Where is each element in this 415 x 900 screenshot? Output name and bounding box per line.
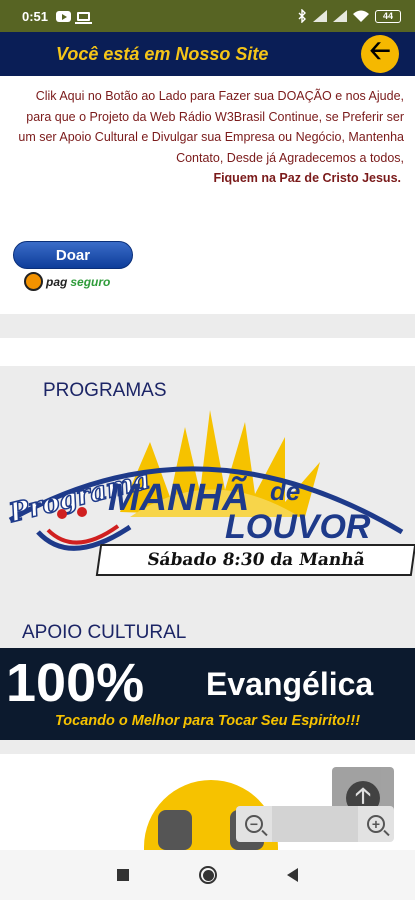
recents-square-icon[interactable] xyxy=(117,869,129,881)
signal-icon xyxy=(313,10,327,22)
evangelica-slogan: Tocando o Melhor para Tocar Seu Espirito… xyxy=(54,713,361,729)
site-header: Você está em Nosso Site 🡠 xyxy=(0,32,415,76)
pagseguro-seguro-text: seguro xyxy=(70,274,111,289)
evangelica-percent: 100% xyxy=(6,653,145,713)
donation-message: Clik Aqui no Botão ao Lado para Fazer su… xyxy=(16,86,404,189)
evangelica-name: Evangélica xyxy=(206,666,374,702)
monitor-icon xyxy=(75,11,93,24)
word-louvor: LOUVOR xyxy=(225,508,371,546)
status-bar: 0:51 44 xyxy=(0,0,415,32)
system-nav-bar xyxy=(0,850,415,900)
headphones-cup-left xyxy=(158,810,192,850)
pagseguro-pag-text: pag xyxy=(46,274,68,289)
back-triangle-icon[interactable] xyxy=(287,868,298,882)
arrow-left-icon: 🡠 xyxy=(369,35,391,65)
status-notification-icons xyxy=(56,10,93,24)
pagseguro-icon xyxy=(24,272,43,291)
doar-button[interactable]: Doar xyxy=(13,241,133,269)
zoom-out-icon: − xyxy=(245,815,263,833)
donation-closing: Fiquem na Paz de Cristo Jesus. xyxy=(213,171,401,185)
donation-paragraph: Clik Aqui no Botão ao Lado para Fazer su… xyxy=(18,89,404,165)
header-title: Você está em Nosso Site xyxy=(56,43,269,64)
programas-heading: PROGRAMAS xyxy=(43,380,167,401)
divider-spacer xyxy=(0,338,415,366)
pagseguro-logo: pag seguro xyxy=(24,272,110,291)
youtube-icon xyxy=(56,10,72,22)
wifi-icon xyxy=(353,10,369,22)
zoom-in-button[interactable]: + xyxy=(358,806,394,842)
program-schedule: Sábado 8:30 da Manhã xyxy=(95,544,415,576)
apoio-100-evangelica-banner[interactable]: 100% Evangélica Tocando o Melhor para To… xyxy=(0,648,415,740)
signal-icon xyxy=(333,10,347,22)
status-system-icons: 44 xyxy=(298,9,401,23)
apoio-cultural-heading: APOIO CULTURAL xyxy=(22,622,187,643)
divider-band xyxy=(0,314,415,338)
home-circle-icon[interactable] xyxy=(199,866,217,884)
word-de: de xyxy=(270,476,300,506)
zoom-control: − + xyxy=(236,806,394,842)
bluetooth-icon xyxy=(298,9,306,23)
zoom-in-icon: + xyxy=(367,815,385,833)
back-button[interactable]: 🡠 xyxy=(361,35,399,73)
zoom-out-button[interactable]: − xyxy=(236,806,272,842)
zoom-track xyxy=(272,806,358,842)
status-time: 0:51 xyxy=(22,8,49,24)
battery-icon: 44 xyxy=(375,9,401,23)
